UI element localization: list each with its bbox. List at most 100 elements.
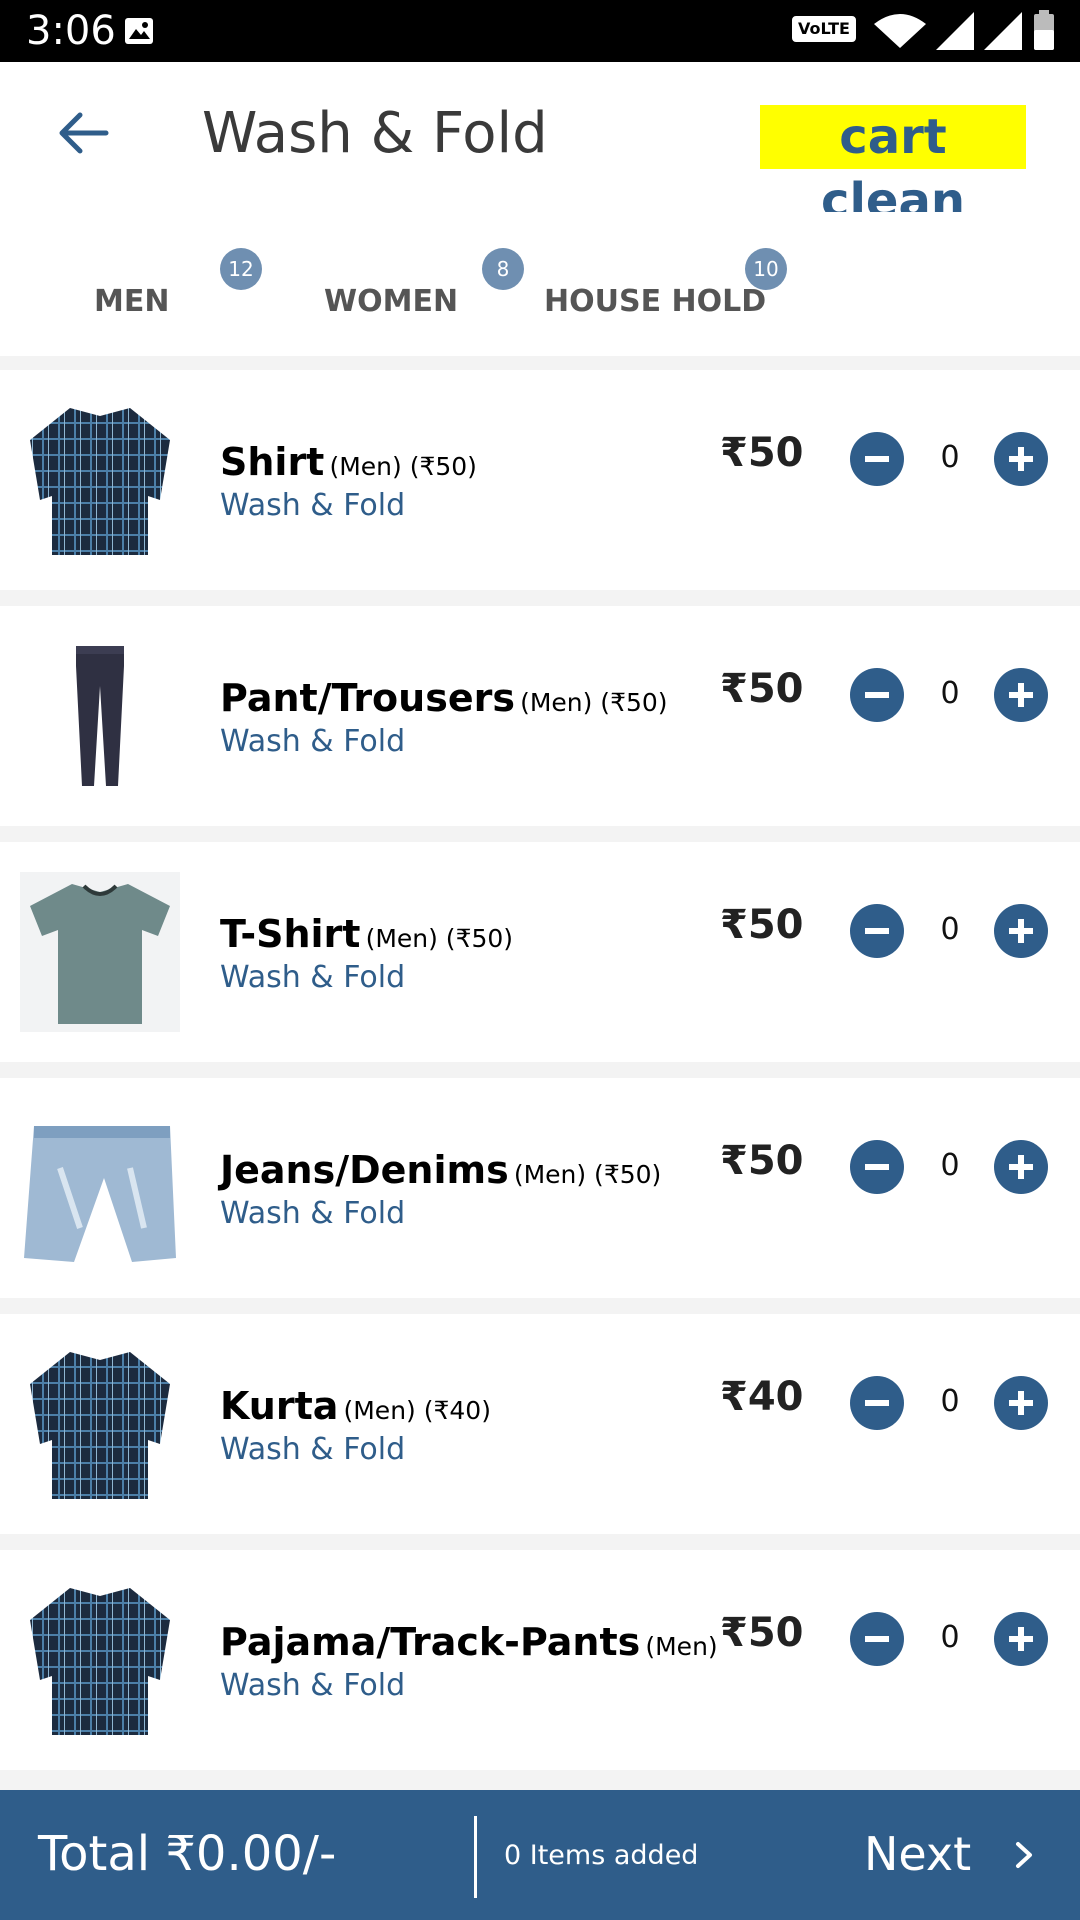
item-meta: (Men) (₹50) <box>513 1160 662 1189</box>
item-title: Kurta (Men) (₹40) <box>220 1384 491 1428</box>
item-service: Wash & Fold <box>220 1432 406 1467</box>
back-arrow-icon <box>59 112 109 154</box>
decrease-quantity-button[interactable] <box>850 432 904 486</box>
tab-women[interactable]: WOMEN <box>324 282 458 322</box>
shirt-image <box>30 408 170 555</box>
cart-clean-button[interactable]: cart clean <box>760 105 1026 229</box>
tab-household-count-badge: 10 <box>745 248 787 290</box>
increase-quantity-button[interactable] <box>994 1140 1048 1194</box>
item-name: Pant/Trousers <box>220 676 515 720</box>
plus-icon <box>1009 1155 1033 1179</box>
item-name: Kurta <box>220 1384 339 1428</box>
decrease-quantity-button[interactable] <box>850 904 904 958</box>
items-added-count: 0 Items added <box>504 1840 699 1871</box>
decrease-quantity-button[interactable] <box>850 668 904 722</box>
back-button[interactable] <box>54 108 114 158</box>
quantity-value: 0 <box>940 912 960 947</box>
page-title: Wash & Fold <box>202 101 548 166</box>
trousers-image <box>76 646 124 786</box>
quantity-value: 0 <box>940 676 960 711</box>
increase-quantity-button[interactable] <box>994 904 1048 958</box>
list-item: Pant/Trousers (Men) (₹50) Wash & Fold ₹5… <box>0 606 1080 826</box>
tab-women-count-badge: 8 <box>482 248 524 290</box>
decrease-quantity-button[interactable] <box>850 1376 904 1430</box>
plus-icon <box>1009 1391 1033 1415</box>
quantity-value: 0 <box>940 1384 960 1419</box>
item-meta: (Men) (₹50) <box>329 452 477 481</box>
list-item: Kurta (Men) (₹40) Wash & Fold ₹40 0 <box>0 1314 1080 1534</box>
item-meta: (Men) (₹50) <box>520 688 668 717</box>
cart-total: Total ₹0.00/- <box>38 1826 337 1882</box>
tshirt-image <box>20 872 180 1032</box>
list-item: Jeans/Denims (Men) (₹50) Wash & Fold ₹50… <box>0 1078 1080 1298</box>
item-service: Wash & Fold <box>220 1196 406 1231</box>
item-title: T-Shirt (Men) (₹50) <box>220 912 513 956</box>
decrease-quantity-button[interactable] <box>850 1612 904 1666</box>
decrease-quantity-button[interactable] <box>850 1140 904 1194</box>
tab-men[interactable]: MEN <box>94 282 169 322</box>
minus-icon <box>865 456 889 462</box>
shirt-image <box>30 1352 170 1499</box>
item-service: Wash & Fold <box>220 1668 406 1703</box>
item-service: Wash & Fold <box>220 724 406 759</box>
chevron-right-icon <box>1016 1842 1032 1868</box>
tab-men-count-badge: 12 <box>220 248 262 290</box>
item-price: ₹50 <box>720 430 804 476</box>
minus-icon <box>865 1400 889 1406</box>
footer-divider <box>474 1816 477 1898</box>
status-bar: 3:06 VoLTE <box>0 0 1080 62</box>
item-service: Wash & Fold <box>220 960 406 995</box>
quantity-value: 0 <box>940 440 960 475</box>
status-icons: VoLTE <box>792 10 1062 52</box>
increase-quantity-button[interactable] <box>994 1612 1048 1666</box>
item-title: Jeans/Denims (Men) (₹50) <box>220 1148 661 1192</box>
item-name: Shirt <box>220 440 325 484</box>
wifi-icon <box>874 14 926 48</box>
plus-icon <box>1009 1627 1033 1651</box>
category-tabs: MEN 12 WOMEN 8 HOUSE HOLD 10 <box>0 212 1080 356</box>
increase-quantity-button[interactable] <box>994 668 1048 722</box>
item-price: ₹50 <box>720 1138 804 1184</box>
item-title: Shirt (Men) (₹50) <box>220 440 477 484</box>
tab-household[interactable]: HOUSE HOLD <box>544 282 766 322</box>
list-item: Shirt (Men) (₹50) Wash & Fold ₹50 0 <box>0 370 1080 590</box>
item-name: Jeans/Denims <box>220 1148 509 1192</box>
signal-icon <box>936 12 974 50</box>
item-meta: (Men) <box>645 1632 718 1661</box>
plus-icon <box>1009 919 1033 943</box>
plus-icon <box>1009 683 1033 707</box>
item-meta: (Men) (₹40) <box>343 1396 491 1425</box>
next-label: Next <box>864 1827 972 1881</box>
minus-icon <box>865 692 889 698</box>
quantity-value: 0 <box>940 1148 960 1183</box>
volte-badge: VoLTE <box>792 16 856 42</box>
item-title: Pant/Trousers (Men) (₹50) <box>220 676 668 720</box>
minus-icon <box>865 928 889 934</box>
plus-icon <box>1009 447 1033 471</box>
jeans-image <box>24 1126 176 1262</box>
item-name: Pajama/Track-Pants <box>220 1620 641 1664</box>
item-price: ₹40 <box>720 1374 804 1420</box>
list-item: Pajama/Track-Pants (Men) Wash & Fold ₹50… <box>0 1550 1080 1770</box>
app-header: Wash & Fold cart clean <box>0 62 1080 229</box>
item-name: T-Shirt <box>220 912 361 956</box>
quantity-value: 0 <box>940 1620 960 1655</box>
item-title: Pajama/Track-Pants (Men) <box>220 1620 718 1664</box>
next-button[interactable]: Next <box>860 1820 1060 1890</box>
item-price: ₹50 <box>720 666 804 712</box>
signal-icon <box>984 12 1022 50</box>
item-meta: (Men) (₹50) <box>365 924 514 953</box>
status-time: 3:06 <box>26 8 116 54</box>
list-item: T-Shirt (Men) (₹50) Wash & Fold ₹50 0 <box>0 842 1080 1062</box>
minus-icon <box>865 1636 889 1642</box>
image-icon <box>125 18 153 44</box>
checkout-bar: Total ₹0.00/- 0 Items added Next <box>0 1790 1080 1920</box>
minus-icon <box>865 1164 889 1170</box>
item-price: ₹50 <box>720 1610 804 1656</box>
item-price: ₹50 <box>720 902 804 948</box>
increase-quantity-button[interactable] <box>994 432 1048 486</box>
shirt-image <box>30 1588 170 1735</box>
battery-icon <box>1034 10 1054 50</box>
increase-quantity-button[interactable] <box>994 1376 1048 1430</box>
item-service: Wash & Fold <box>220 488 406 523</box>
